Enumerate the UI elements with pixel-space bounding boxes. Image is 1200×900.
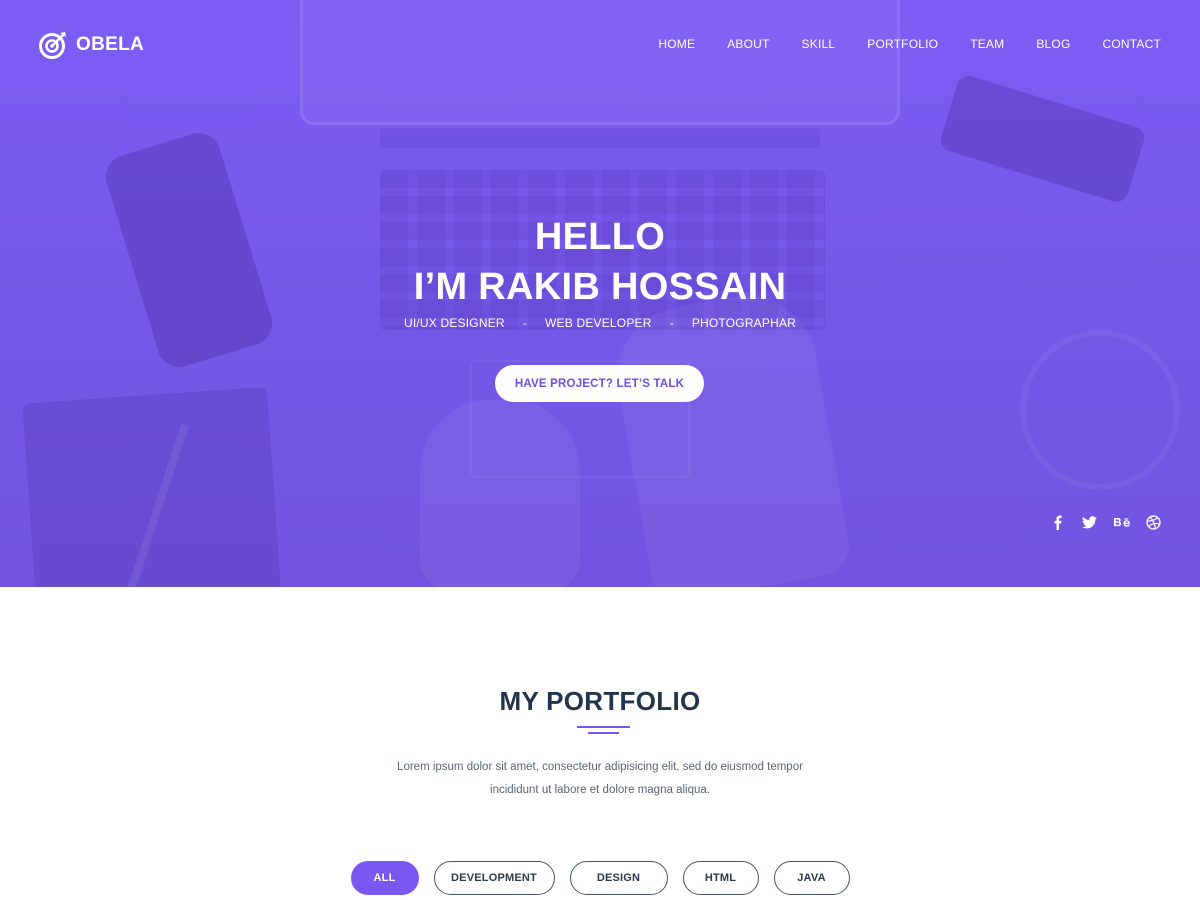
filter-java[interactable]: JAVA [773, 861, 850, 895]
nav-item-blog[interactable]: BLOG [1036, 37, 1070, 51]
power-bank-shape [937, 73, 1148, 205]
hero-name: I’M RAKIB HOSSAIN [413, 266, 787, 308]
hero-section: OBELA HOME ABOUT SKILL PORTFOLIO TEAM BL… [0, 0, 1200, 587]
hero-greeting: HELLO [534, 216, 666, 258]
portfolio-filters: ALL DEVELOPMENT DESIGN HTML JAVA [0, 861, 1200, 895]
laptop-hinge-shape [380, 128, 820, 148]
dribbble-icon[interactable] [1145, 514, 1162, 531]
main-navigation: HOME ABOUT SKILL PORTFOLIO TEAM BLOG CON… [658, 37, 1161, 51]
role-separator: - [669, 316, 674, 330]
filter-development[interactable]: DEVELOPMENT [433, 861, 555, 895]
role-photographer: PHOTOGRAPHAR [691, 316, 797, 330]
brand-logo[interactable]: OBELA [38, 30, 144, 60]
role-ui-ux-designer: UI/UX DESIGNER [403, 316, 505, 330]
nav-item-contact[interactable]: CONTACT [1102, 37, 1161, 51]
laptop-screen-shape [300, 0, 900, 125]
behance-icon[interactable] [1113, 514, 1130, 531]
title-underline [577, 726, 630, 728]
title-underline-short [588, 732, 619, 734]
target-logo-icon [39, 32, 66, 59]
portfolio-section: MY PORTFOLIO Lorem ipsum dolor sit amet,… [0, 587, 1200, 900]
hero-headline: HELLO I’M RAKIB HOSSAIN [0, 212, 1200, 312]
notebook-shape [22, 386, 283, 587]
twitter-icon[interactable] [1081, 514, 1098, 531]
portfolio-title: MY PORTFOLIO [499, 686, 701, 716]
nav-item-about[interactable]: ABOUT [727, 37, 769, 51]
left-hand-shape [420, 400, 580, 587]
role-separator: - [522, 316, 527, 330]
nav-item-team[interactable]: TEAM [970, 37, 1004, 51]
social-links [1049, 514, 1162, 531]
cup-shape [1020, 330, 1180, 490]
brand-name: OBELA [76, 34, 144, 55]
filter-design[interactable]: DESIGN [569, 861, 668, 895]
facebook-icon[interactable] [1049, 514, 1066, 531]
nav-item-skill[interactable]: SKILL [802, 37, 836, 51]
role-web-developer: WEB DEVELOPER [544, 316, 652, 330]
hero-roles: UI/UX DESIGNER - WEB DEVELOPER - PHOTOGR… [0, 316, 1200, 330]
lets-talk-button[interactable]: HAVE PROJECT? LET’S TALK [495, 365, 704, 402]
filter-all[interactable]: ALL [350, 861, 419, 895]
right-hand-shape [606, 284, 854, 587]
portfolio-description: Lorem ipsum dolor sit amet, consectetur … [397, 761, 803, 796]
nav-item-portfolio[interactable]: PORTFOLIO [867, 37, 938, 51]
nav-item-home[interactable]: HOME [658, 37, 695, 51]
filter-html[interactable]: HTML [682, 861, 759, 895]
